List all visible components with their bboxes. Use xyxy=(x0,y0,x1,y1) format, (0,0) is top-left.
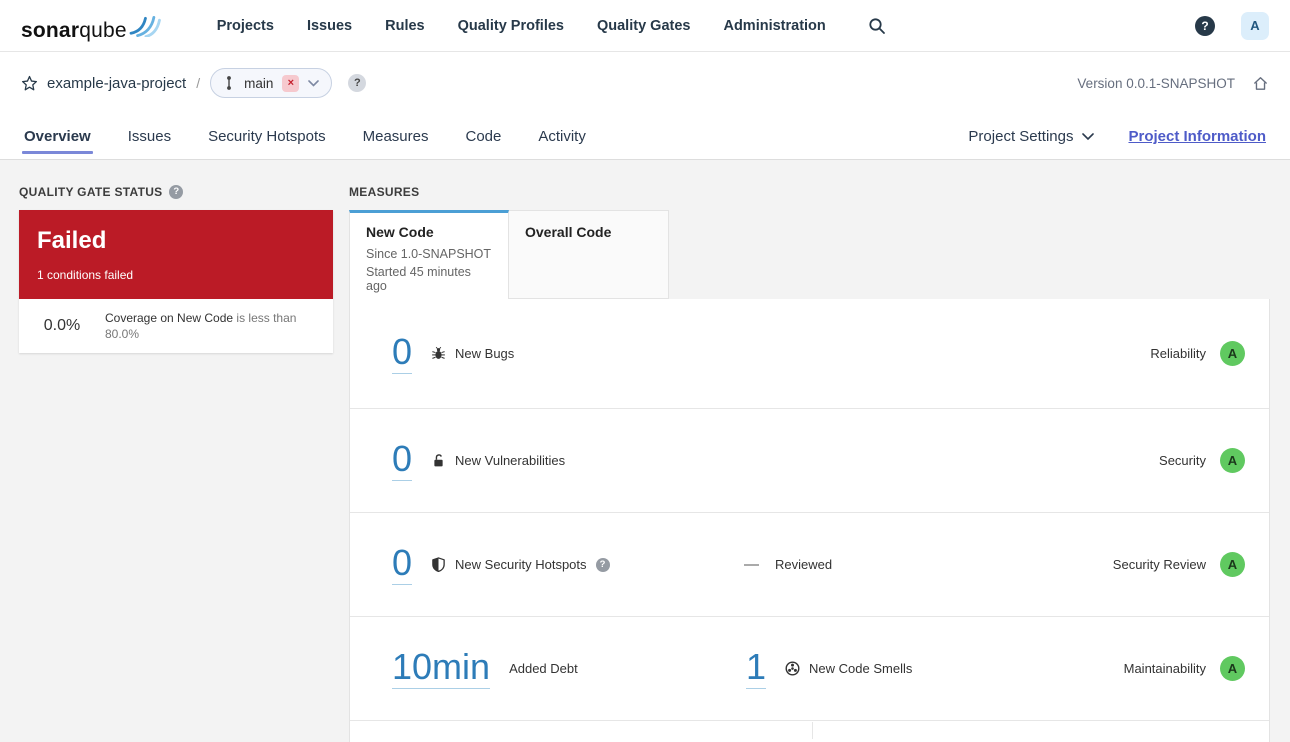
measures-section: MEASURES New Code Since 1.0-SNAPSHOT Sta… xyxy=(349,160,1270,742)
measures-title-text: MEASURES xyxy=(349,184,420,199)
branch-clear-icon[interactable]: × xyxy=(282,74,300,92)
measure-row-maintainability: 10min Added Debt 1 New Code Smells Maint… xyxy=(350,617,1269,721)
new-bugs-label: New Bugs xyxy=(455,346,515,361)
top-nav: sonarqube Projects Issues Rules Quality … xyxy=(0,0,1290,52)
breadcrumb-separator: / xyxy=(196,75,201,91)
quality-gate-conditions-summary: 1 conditions failed xyxy=(37,268,134,282)
chevron-down-icon[interactable] xyxy=(308,79,320,87)
lock-icon xyxy=(431,453,446,468)
quality-gate-title: QUALITY GATE STATUS ? xyxy=(19,184,333,199)
added-debt-link[interactable]: 10min xyxy=(392,648,491,689)
reliability-label: Reliability xyxy=(1150,346,1206,361)
security-label: Security xyxy=(1159,453,1206,468)
chevron-down-icon xyxy=(1082,132,1095,140)
new-code-started: Started 45 minutes ago xyxy=(366,265,471,293)
logo-swoosh-icon xyxy=(129,15,161,37)
measure-row-reliability: 0 New Bugs Reliability A xyxy=(350,299,1269,409)
project-settings-menu[interactable]: Project Settings xyxy=(968,128,1095,145)
quality-gate-status: Failed xyxy=(37,227,107,254)
security-rating-badge: A xyxy=(1220,448,1245,473)
quality-gate-help-icon[interactable]: ? xyxy=(169,184,184,199)
branch-help-icon[interactable]: ? xyxy=(348,74,367,92)
nav-item-projects[interactable]: Projects xyxy=(217,18,274,34)
quality-gate-condition-row[interactable]: 0.0% Coverage on New Code is less than 8… xyxy=(19,299,333,354)
new-code-tab-label: New Code xyxy=(366,224,434,240)
condition-value: 0.0% xyxy=(43,317,81,335)
reliability-rating-badge: A xyxy=(1220,341,1245,366)
tab-issues[interactable]: Issues xyxy=(128,114,171,159)
cell-divider xyxy=(812,722,813,739)
version-label: Version 0.0.1-SNAPSHOT xyxy=(1077,75,1235,91)
bug-icon xyxy=(431,346,446,361)
new-vulnerabilities-label: New Vulnerabilities xyxy=(455,453,566,468)
search-icon[interactable] xyxy=(868,17,886,35)
measures-panel: 0 New Bugs Reliability A 0 New Vulnerabi… xyxy=(349,299,1270,742)
measure-row-security: 0 New Vulnerabilities Security A xyxy=(350,409,1269,513)
new-security-hotspots-label: New Security Hotspots xyxy=(455,557,587,572)
measures-tabs: New Code Since 1.0-SNAPSHOT Started 45 m… xyxy=(349,210,1270,299)
tab-overview[interactable]: Overview xyxy=(22,114,93,159)
branch-selector[interactable]: main × xyxy=(210,68,333,98)
measure-row-coverage-partial xyxy=(350,721,1269,739)
branch-name: main xyxy=(244,75,274,91)
added-debt-label: Added Debt xyxy=(509,661,578,676)
new-code-since: Since 1.0-SNAPSHOT xyxy=(366,247,492,261)
shield-icon xyxy=(431,557,446,572)
quality-gate-card: Failed 1 conditions failed 0.0% Coverage… xyxy=(19,210,333,354)
project-settings-label: Project Settings xyxy=(968,128,1074,145)
reviewed-rating-placeholder: — xyxy=(744,556,759,573)
project-name-link[interactable]: example-java-project xyxy=(47,75,186,92)
new-vulnerabilities-count-link[interactable]: 0 xyxy=(392,440,413,481)
maintainability-rating-badge: A xyxy=(1220,656,1245,681)
nav-item-quality-gates[interactable]: Quality Gates xyxy=(597,18,690,34)
project-information-link[interactable]: Project Information xyxy=(1128,128,1266,145)
security-review-rating-badge: A xyxy=(1220,552,1245,577)
nav-item-quality-profiles[interactable]: Quality Profiles xyxy=(458,18,564,34)
new-security-hotspots-count-link[interactable]: 0 xyxy=(392,544,413,585)
help-icon[interactable]: ? xyxy=(1195,15,1215,36)
nav-item-issues[interactable]: Issues xyxy=(307,18,352,34)
tab-activity[interactable]: Activity xyxy=(538,114,586,159)
security-hotspots-help-icon[interactable]: ? xyxy=(595,557,610,572)
overall-code-tab-label: Overall Code xyxy=(525,224,612,240)
nav-item-administration[interactable]: Administration xyxy=(723,18,825,34)
reviewed-label: Reviewed xyxy=(775,557,833,572)
condition-metric: Coverage on New Code xyxy=(105,311,234,325)
avatar[interactable]: A xyxy=(1241,11,1269,40)
breadcrumb-right: Version 0.0.1-SNAPSHOT xyxy=(1077,75,1269,92)
tab-measures[interactable]: Measures xyxy=(363,114,429,159)
overview-content: QUALITY GATE STATUS ? Failed 1 condition… xyxy=(0,160,1290,742)
tab-new-code[interactable]: New Code Since 1.0-SNAPSHOT Started 45 m… xyxy=(349,210,509,299)
favorite-star-icon[interactable] xyxy=(21,75,38,92)
main-nav: Projects Issues Rules Quality Profiles Q… xyxy=(217,18,826,34)
tab-bar-right: Project Settings Project Information xyxy=(968,128,1266,145)
measures-title: MEASURES xyxy=(349,184,1270,199)
code-smell-icon xyxy=(785,661,800,676)
branch-icon xyxy=(223,75,235,91)
tab-security-hotspots[interactable]: Security Hotspots xyxy=(208,114,326,159)
project-tabs: Overview Issues Security Hotspots Measur… xyxy=(22,114,586,159)
quality-gate-title-text: QUALITY GATE STATUS xyxy=(19,184,163,199)
breadcrumb: example-java-project / main × ? Version … xyxy=(0,52,1290,114)
project-tab-bar: Overview Issues Security Hotspots Measur… xyxy=(0,114,1290,160)
security-review-label: Security Review xyxy=(1112,557,1206,572)
quality-gate-status-banner: Failed 1 conditions failed xyxy=(19,210,333,299)
sonarqube-logo[interactable]: sonarqube xyxy=(21,9,161,43)
home-icon[interactable] xyxy=(1252,75,1269,92)
tab-overall-code[interactable]: Overall Code xyxy=(509,210,669,299)
new-code-smells-label: New Code Smells xyxy=(809,661,913,676)
new-code-smells-count-link[interactable]: 1 xyxy=(746,648,767,689)
maintainability-label: Maintainability xyxy=(1123,661,1206,676)
condition-text: Coverage on New Code is less than 80.0% xyxy=(105,310,319,342)
nav-item-rules[interactable]: Rules xyxy=(385,18,425,34)
measure-row-security-review: 0 New Security Hotspots ? — Reviewed Sec… xyxy=(350,513,1269,617)
logo-text: sonarqube xyxy=(21,18,127,42)
nav-right: ? A xyxy=(1195,11,1269,40)
quality-gate-section: QUALITY GATE STATUS ? Failed 1 condition… xyxy=(19,160,333,742)
tab-code[interactable]: Code xyxy=(465,114,501,159)
new-bugs-count-link[interactable]: 0 xyxy=(392,333,413,374)
